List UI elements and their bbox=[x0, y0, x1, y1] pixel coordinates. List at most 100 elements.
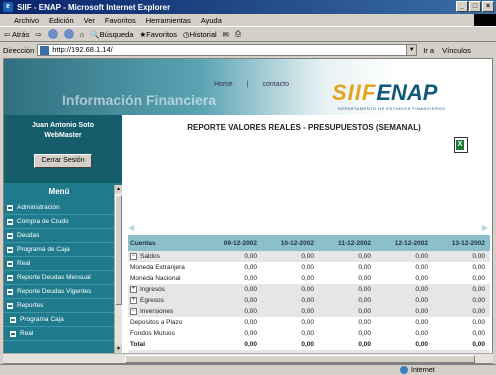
column-header: 09-12-2002 bbox=[223, 239, 257, 247]
sidebar-item[interactable]: Administración bbox=[4, 201, 114, 215]
collapse-icon[interactable]: − bbox=[130, 308, 137, 315]
value-cell: 0,00 bbox=[358, 264, 371, 271]
addressbar: Dirección http://192.68.1.14/ ▼ Ir a Vín… bbox=[0, 43, 496, 57]
forward-icon[interactable]: ⇨ bbox=[35, 30, 41, 39]
value-cell: 0,00 bbox=[472, 319, 485, 326]
value-cell: 0,00 bbox=[358, 275, 371, 282]
menu-ver[interactable]: Ver bbox=[84, 16, 95, 25]
report-grid: Cuentas 09-12-2002 10-12-2002 11-12-2002 12-… bbox=[128, 235, 490, 362]
sidebar-item-label: Deudas bbox=[17, 232, 40, 239]
menu-bullet-icon bbox=[7, 232, 13, 239]
table-row: − Inversiones 0,00 0,00 0,00 0,00 0,00 bbox=[128, 306, 490, 317]
next-arrow-icon[interactable]: ▶ bbox=[482, 223, 488, 232]
go-button[interactable]: Ir a bbox=[423, 46, 434, 55]
value-cell: 0,00 bbox=[358, 286, 371, 293]
close-button[interactable]: × bbox=[482, 1, 494, 12]
history-button[interactable]: ◷Historial bbox=[183, 30, 217, 39]
value-cell: 0,00 bbox=[415, 341, 428, 348]
logout-button[interactable]: Cerrar Sesión bbox=[34, 154, 92, 168]
menu-bullet-icon bbox=[7, 246, 13, 253]
row-label-cell: + Egresos bbox=[128, 297, 204, 304]
value-cell: 0,00 bbox=[244, 253, 257, 260]
row-label-cell: + Ingresos bbox=[128, 286, 204, 293]
scroll-up-icon[interactable]: ▲ bbox=[115, 185, 122, 193]
page-hscrollbar[interactable] bbox=[3, 353, 493, 363]
scroll-down-icon[interactable]: ▼ bbox=[115, 345, 122, 353]
value-cell: 0,00 bbox=[244, 297, 257, 304]
menubar: Archivo Edición Ver Favoritos Herramient… bbox=[0, 14, 496, 26]
value-cell: 0,00 bbox=[244, 330, 257, 337]
value-cell: 0,00 bbox=[244, 275, 257, 282]
back-button[interactable]: ⇦ Atrás bbox=[4, 30, 29, 39]
address-dropdown-icon[interactable]: ▼ bbox=[406, 45, 417, 55]
row-label: Moneda Nacional bbox=[130, 275, 181, 282]
menu-title: Menú bbox=[48, 187, 70, 196]
sidebar-item[interactable]: Real bbox=[4, 257, 114, 271]
excel-export-icon[interactable] bbox=[454, 137, 468, 153]
links-button[interactable]: Vínculos bbox=[442, 46, 471, 55]
sidebar-item[interactable]: Reporte Deudas Vigentes bbox=[4, 285, 114, 299]
print-icon[interactable]: ⎙ bbox=[235, 29, 241, 39]
sidebar-item-label: Programa de Caja bbox=[17, 246, 70, 253]
stop-icon[interactable] bbox=[47, 29, 58, 39]
expand-icon[interactable]: + bbox=[130, 286, 137, 293]
globe-icon bbox=[400, 366, 408, 374]
sidebar-vscrollbar[interactable]: ▲ ▼ bbox=[114, 185, 122, 353]
menu-herramientas[interactable]: Herramientas bbox=[146, 16, 191, 25]
menu-edicion[interactable]: Edición bbox=[49, 16, 74, 25]
value-cell: 0,00 bbox=[415, 330, 428, 337]
value-cell: 0,00 bbox=[472, 275, 485, 282]
sidebar-item[interactable]: Programa de Caja bbox=[4, 243, 114, 257]
window-title: SIIF - ENAP - Microsoft Internet Explore… bbox=[17, 2, 171, 12]
sidebar-item[interactable]: Compra de Crudo bbox=[4, 215, 114, 229]
logo-subtitle: DEPARTAMENTO DE ESTUDIOS FINANCIEROS bbox=[338, 106, 446, 111]
home-icon[interactable]: ⌂ bbox=[80, 30, 85, 39]
menu-favoritos[interactable]: Favoritos bbox=[105, 16, 136, 25]
address-input[interactable]: http://192.68.1.14/ ▼ bbox=[37, 44, 418, 56]
user-name: Juan Antonio Soto bbox=[32, 122, 94, 129]
search-button[interactable]: 🔍Búsqueda bbox=[90, 30, 133, 39]
nav-contact-link[interactable]: contacto bbox=[263, 81, 289, 88]
menu-bullet-icon bbox=[7, 302, 13, 309]
sidebar-item[interactable]: Programa Caja bbox=[4, 313, 114, 327]
row-label-cell: − Inversiones bbox=[128, 308, 204, 315]
table-row: Depositos a Plazo 0,00 0,00 0,00 0,00 0,00 bbox=[128, 317, 490, 328]
value-cell: 0,00 bbox=[301, 264, 314, 271]
menu-archivo[interactable]: Archivo bbox=[14, 16, 39, 25]
favorites-button[interactable]: ★Favoritos bbox=[139, 30, 177, 39]
sidebar-scroll-thumb[interactable] bbox=[115, 195, 122, 305]
mail-icon[interactable]: ✉ bbox=[223, 30, 229, 39]
expand-icon[interactable]: + bbox=[130, 297, 137, 304]
sidebar-item[interactable]: Real bbox=[4, 327, 114, 341]
back-icon: ⇦ bbox=[4, 29, 11, 39]
value-cell: 0,00 bbox=[358, 297, 371, 304]
prev-arrow-icon[interactable]: ◀ bbox=[128, 223, 134, 232]
collapse-icon[interactable]: − bbox=[130, 253, 137, 260]
row-label-cell: Fondos Mutuos bbox=[128, 330, 204, 337]
maximize-button[interactable]: □ bbox=[469, 1, 481, 12]
sidebar-item[interactable]: Reportes bbox=[4, 299, 114, 313]
menu-bullet-icon bbox=[7, 288, 13, 295]
sidebar-item[interactable]: Reporte Deudas Mensual bbox=[4, 271, 114, 285]
value-cell: 0,00 bbox=[415, 286, 428, 293]
user-role: WebMaster bbox=[44, 132, 82, 139]
value-cell: 0,00 bbox=[244, 286, 257, 293]
value-cell: 0,00 bbox=[358, 341, 371, 348]
nav-home-link[interactable]: Home bbox=[214, 81, 233, 88]
value-cell: 0,00 bbox=[415, 264, 428, 271]
minimize-button[interactable]: _ bbox=[456, 1, 468, 12]
column-header: 11-12-2002 bbox=[338, 239, 371, 247]
grid-header: Cuentas 09-12-2002 10-12-2002 11-12-2002 12-… bbox=[128, 235, 490, 251]
address-url: http://192.68.1.14/ bbox=[52, 45, 113, 54]
table-row: Moneda Extranjera 0,00 0,00 0,00 0,00 0,00 bbox=[128, 262, 490, 273]
page-hscroll-thumb[interactable] bbox=[125, 355, 475, 363]
table-row: + Ingresos 0,00 0,00 0,00 0,00 0,00 bbox=[128, 284, 490, 295]
row-label: Saldos bbox=[140, 253, 160, 260]
history-label: Historial bbox=[189, 29, 217, 39]
menu-ayuda[interactable]: Ayuda bbox=[201, 16, 222, 25]
sidebar-item[interactable]: Deudas bbox=[4, 229, 114, 243]
page-viewport: Información Financiera Home | contacto S… bbox=[3, 58, 493, 364]
windows-logo-icon bbox=[474, 14, 496, 26]
refresh-icon[interactable] bbox=[63, 29, 74, 39]
search-label: Búsqueda bbox=[99, 29, 134, 39]
